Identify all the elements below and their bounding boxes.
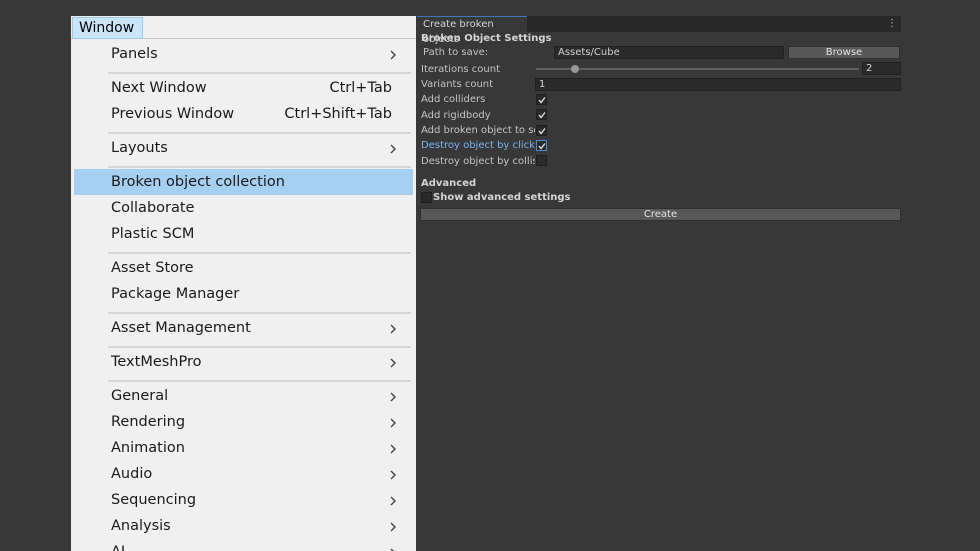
shortcut-label: Ctrl+Tab (329, 80, 393, 96)
menu-item-label: Collaborate (111, 200, 195, 216)
menu-item-label: Asset Management (111, 320, 251, 336)
menu-item-collaborate[interactable]: Collaborate (74, 195, 413, 221)
menu-item-label: Animation (111, 440, 185, 456)
destroy-by-collision-checkbox[interactable] (536, 155, 547, 166)
variants-field[interactable]: 1 (535, 78, 901, 91)
add-rigidbody-label: Add rigidbody (421, 110, 491, 121)
iterations-slider-track[interactable] (536, 68, 859, 70)
menu-item-plastic-scm[interactable]: Plastic SCM (74, 221, 413, 247)
menu-divider (108, 346, 411, 348)
menu-item-label: Rendering (111, 414, 186, 430)
destroy-by-collision-label: Destroy object by collision (421, 156, 535, 167)
shortcut-label: Ctrl+Shift+Tab (284, 106, 392, 122)
iterations-slider-handle[interactable] (570, 65, 579, 73)
menu-item-textmeshpro[interactable]: TextMeshPro (74, 349, 413, 375)
window-menu-title[interactable]: Window (72, 17, 144, 39)
path-label: Path to save: (423, 47, 489, 58)
menu-divider (108, 312, 411, 314)
menu-item-label: Broken object collection (111, 174, 285, 190)
menu-item-general[interactable]: General (74, 383, 413, 409)
menu-item-layouts[interactable]: Layouts (74, 135, 413, 161)
section-title: Broken Object Settings (421, 33, 552, 44)
menu-divider (108, 132, 411, 134)
menu-item-label: Layouts (111, 140, 168, 156)
menu-item-analysis[interactable]: Analysis (74, 513, 413, 539)
chevron-right-icon (390, 392, 396, 402)
menu-divider (108, 252, 411, 254)
menu-item-package-manager[interactable]: Package Manager (74, 281, 413, 307)
iterations-label: Iterations count (421, 64, 501, 75)
chevron-right-icon (390, 496, 396, 506)
add-to-scene-checkbox[interactable] (536, 125, 547, 136)
iterations-field[interactable]: 2 (862, 62, 901, 75)
add-colliders-label: Add colliders (421, 94, 486, 105)
menu-divider (108, 72, 411, 74)
destroy-by-click-checkbox[interactable] (536, 140, 547, 151)
menu-item-label: Next Window (111, 80, 207, 96)
create-button[interactable]: Create (420, 208, 901, 221)
menu-item-label: Previous Window (111, 106, 235, 122)
menu-item-label: Panels (111, 46, 158, 62)
advanced-title: Advanced (421, 178, 477, 189)
menu-item-label: Package Manager (111, 286, 240, 302)
chevron-right-icon (390, 470, 396, 480)
menu-item-audio[interactable]: Audio (74, 461, 413, 487)
menu-item-panels[interactable]: Panels (74, 41, 413, 67)
show-advanced-label: Show advanced settings (433, 192, 571, 203)
tab-create-broken-objects[interactable]: Create broken objects (417, 16, 527, 45)
menu-item-label: Analysis (111, 518, 171, 534)
chevron-right-icon (390, 418, 396, 428)
menu-item-broken-object-collection[interactable]: Broken object collection (74, 169, 413, 195)
chevron-right-icon (390, 324, 396, 334)
menu-item-previous-window[interactable]: Previous Window Ctrl+Shift+Tab (74, 101, 413, 127)
menu-item-ai[interactable]: AI (74, 539, 413, 551)
menu-item-label: Plastic SCM (111, 226, 195, 242)
menu-item-next-window[interactable]: Next Window Ctrl+Tab (74, 75, 413, 101)
checkmark-icon (538, 112, 546, 119)
menu-bar: Window (71, 16, 416, 39)
menu-item-label: General (111, 388, 169, 404)
window-menu: Window Panels Next Window Ctrl+Tab Previ… (71, 16, 416, 551)
menu-item-sequencing[interactable]: Sequencing (74, 487, 413, 513)
menu-item-label: Sequencing (111, 492, 197, 508)
checkmark-icon (538, 128, 546, 135)
destroy-by-click-label: Destroy object by click (421, 140, 535, 151)
more-options-icon[interactable]: ⋮ (887, 16, 897, 32)
menu-item-animation[interactable]: Animation (74, 435, 413, 461)
browse-button[interactable]: Browse (788, 46, 900, 59)
path-field[interactable]: Assets/Cube (554, 46, 784, 59)
menu-item-rendering[interactable]: Rendering (74, 409, 413, 435)
menu-item-asset-management[interactable]: Asset Management (74, 315, 413, 341)
chevron-right-icon (390, 522, 396, 532)
chevron-right-icon (390, 444, 396, 454)
chevron-right-icon (390, 358, 396, 368)
tab-bar: Create broken objects ⋮ (417, 16, 901, 45)
checkmark-icon (538, 143, 546, 150)
menu-item-label: Asset Store (111, 260, 194, 276)
chevron-right-icon (390, 50, 396, 60)
variants-label: Variants count (421, 79, 494, 90)
menu-item-label: AI (111, 539, 125, 551)
menu-divider (108, 166, 411, 168)
add-rigidbody-checkbox[interactable] (536, 109, 547, 120)
chevron-right-icon (390, 144, 396, 154)
add-to-scene-label: Add broken object to scene (421, 125, 535, 136)
menu-item-label: Audio (111, 466, 153, 482)
add-colliders-checkbox[interactable] (536, 94, 547, 105)
menu-item-asset-store[interactable]: Asset Store (74, 255, 413, 281)
checkmark-icon (538, 97, 546, 104)
menu-item-label: TextMeshPro (111, 354, 202, 370)
menu-divider (108, 380, 411, 382)
show-advanced-checkbox[interactable] (421, 192, 432, 203)
